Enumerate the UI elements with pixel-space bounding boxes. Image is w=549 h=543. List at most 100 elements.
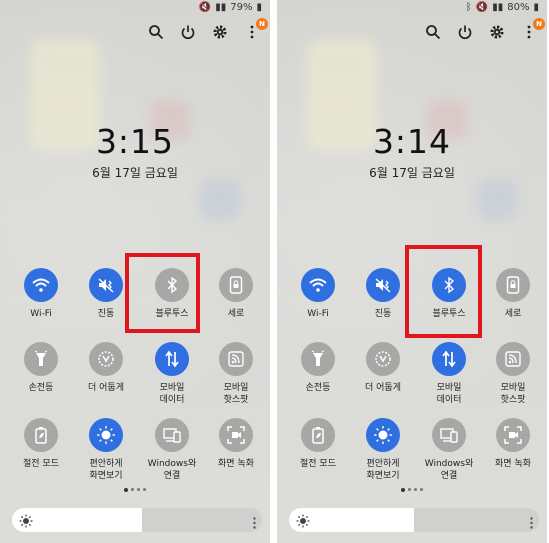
signal-icon: ▮▮: [215, 1, 227, 13]
hotspot-icon: [219, 342, 253, 376]
tile-label: 모바일 데이터: [436, 383, 462, 405]
power-icon[interactable]: [457, 24, 473, 40]
battery-text: 79%: [230, 1, 253, 13]
tile-portrait[interactable]: 세로: [478, 268, 547, 320]
page-indicator: [0, 487, 270, 492]
power-icon[interactable]: [180, 24, 196, 40]
tile-label: 화면 녹화: [218, 459, 254, 469]
extra-dim-icon: [89, 342, 123, 376]
mobile-data-icon: [432, 342, 466, 376]
tile-eye-comfort[interactable]: 편안하게 화면보기: [348, 418, 418, 482]
tile-label: 모바일 핫스팟: [223, 383, 249, 405]
brightness-menu-icon[interactable]: [253, 514, 256, 529]
tile-flashlight[interactable]: 손전등: [6, 342, 76, 394]
tile-battery-saver[interactable]: 절전 모드: [6, 418, 76, 470]
tile-eye-comfort[interactable]: 편안하게 화면보기: [71, 418, 141, 482]
battery-text: 80%: [507, 1, 530, 13]
eye-comfort-icon: [366, 418, 400, 452]
link-windows-icon: [432, 418, 466, 452]
clock: 3:15: [95, 122, 175, 161]
page-dot: [131, 488, 134, 491]
battery-saver-icon: [301, 418, 335, 452]
brightness-slider[interactable]: [12, 508, 262, 532]
quick-panel-left: 🔇 ▮▮ 79% ▮ N 3:15 6월 17일 금요일 Wi-Fi 진동 블루…: [0, 0, 270, 543]
tile-link-windows[interactable]: Windows와 연결: [137, 418, 207, 482]
tile-label: Wi-Fi: [307, 309, 329, 319]
tile-label: 편안하게 화면보기: [366, 459, 400, 481]
page-dot: [414, 488, 417, 491]
highlight-box: [125, 253, 200, 333]
tile-label: Wi-Fi: [30, 309, 52, 319]
flashlight-icon: [24, 342, 58, 376]
tile-label: Windows와 연결: [147, 459, 197, 481]
tile-label: 세로: [504, 309, 522, 319]
tile-wifi[interactable]: Wi-Fi: [283, 268, 353, 320]
tile-label: 모바일 핫스팟: [500, 383, 526, 405]
notification-badge: N: [256, 18, 268, 30]
tile-wifi[interactable]: Wi-Fi: [6, 268, 76, 320]
page-dot: [401, 487, 405, 492]
notification-badge: N: [533, 18, 545, 30]
tile-mobile-data[interactable]: 모바일 데이터: [137, 342, 207, 406]
more-options-icon[interactable]: N: [521, 18, 545, 40]
tile-label: 편안하게 화면보기: [89, 459, 123, 481]
eye-comfort-icon: [89, 418, 123, 452]
mobile-data-icon: [155, 342, 189, 376]
status-bar: 🔇 ▮▮ 79% ▮: [199, 0, 262, 14]
link-windows-icon: [155, 418, 189, 452]
quick-panel-right: ᛒ 🔇 ▮▮ 80% ▮ N 3:14 6월 17일 금요일 Wi-Fi 진동: [277, 0, 547, 543]
tile-label: 손전등: [305, 383, 331, 393]
search-icon[interactable]: [148, 24, 164, 40]
tile-label: 절전 모드: [23, 459, 59, 469]
tile-hotspot[interactable]: 모바일 핫스팟: [201, 342, 270, 406]
tile-flashlight[interactable]: 손전등: [283, 342, 353, 394]
sun-icon: [296, 513, 310, 528]
highlight-box: [405, 245, 482, 338]
date: 6월 17일 금요일: [369, 166, 455, 180]
tile-label: 더 어둡게: [365, 383, 401, 393]
page-indicator: [277, 487, 547, 492]
bluetooth-status-icon: ᛒ: [465, 1, 472, 13]
flashlight-icon: [301, 342, 335, 376]
tile-mobile-data[interactable]: 모바일 데이터: [414, 342, 484, 406]
vibrate-icon: [89, 268, 123, 302]
tile-battery-saver[interactable]: 절전 모드: [283, 418, 353, 470]
tile-hotspot[interactable]: 모바일 핫스팟: [478, 342, 547, 406]
more-options-icon[interactable]: N: [244, 18, 268, 40]
page-dot: [420, 488, 423, 491]
sun-icon: [19, 513, 33, 528]
tile-portrait[interactable]: 세로: [201, 268, 270, 320]
brightness-slider[interactable]: [289, 508, 539, 532]
wifi-icon: [301, 268, 335, 302]
status-bar: ᛒ 🔇 ▮▮ 80% ▮: [466, 0, 539, 14]
tile-screen-record[interactable]: 화면 녹화: [478, 418, 547, 470]
gear-icon[interactable]: [212, 24, 228, 40]
portrait-lock-icon: [496, 268, 530, 302]
page-dot: [137, 488, 140, 491]
extra-dim-icon: [366, 342, 400, 376]
wifi-icon: [24, 268, 58, 302]
brightness-menu-icon[interactable]: [530, 514, 533, 529]
gear-icon[interactable]: [489, 24, 505, 40]
tile-extra-dim[interactable]: 더 어둡게: [348, 342, 418, 394]
search-icon[interactable]: [425, 24, 441, 40]
tile-label: 절전 모드: [300, 459, 336, 469]
page-dot: [408, 488, 411, 491]
tile-label: Windows와 연결: [424, 459, 474, 481]
battery-icon: ▮: [533, 1, 539, 13]
clock: 3:14: [372, 122, 452, 161]
screen-record-icon: [496, 418, 530, 452]
tile-label: 화면 녹화: [495, 459, 531, 469]
tile-extra-dim[interactable]: 더 어둡게: [71, 342, 141, 394]
hotspot-icon: [496, 342, 530, 376]
date: 6월 17일 금요일: [92, 166, 178, 180]
tile-screen-record[interactable]: 화면 녹화: [201, 418, 270, 470]
battery-saver-icon: [24, 418, 58, 452]
vibrate-icon: [366, 268, 400, 302]
portrait-lock-icon: [219, 268, 253, 302]
mute-icon: 🔇: [198, 1, 212, 13]
page-dot: [124, 487, 128, 492]
battery-icon: ▮: [256, 1, 262, 13]
tile-label: 세로: [227, 309, 245, 319]
tile-link-windows[interactable]: Windows와 연결: [414, 418, 484, 482]
